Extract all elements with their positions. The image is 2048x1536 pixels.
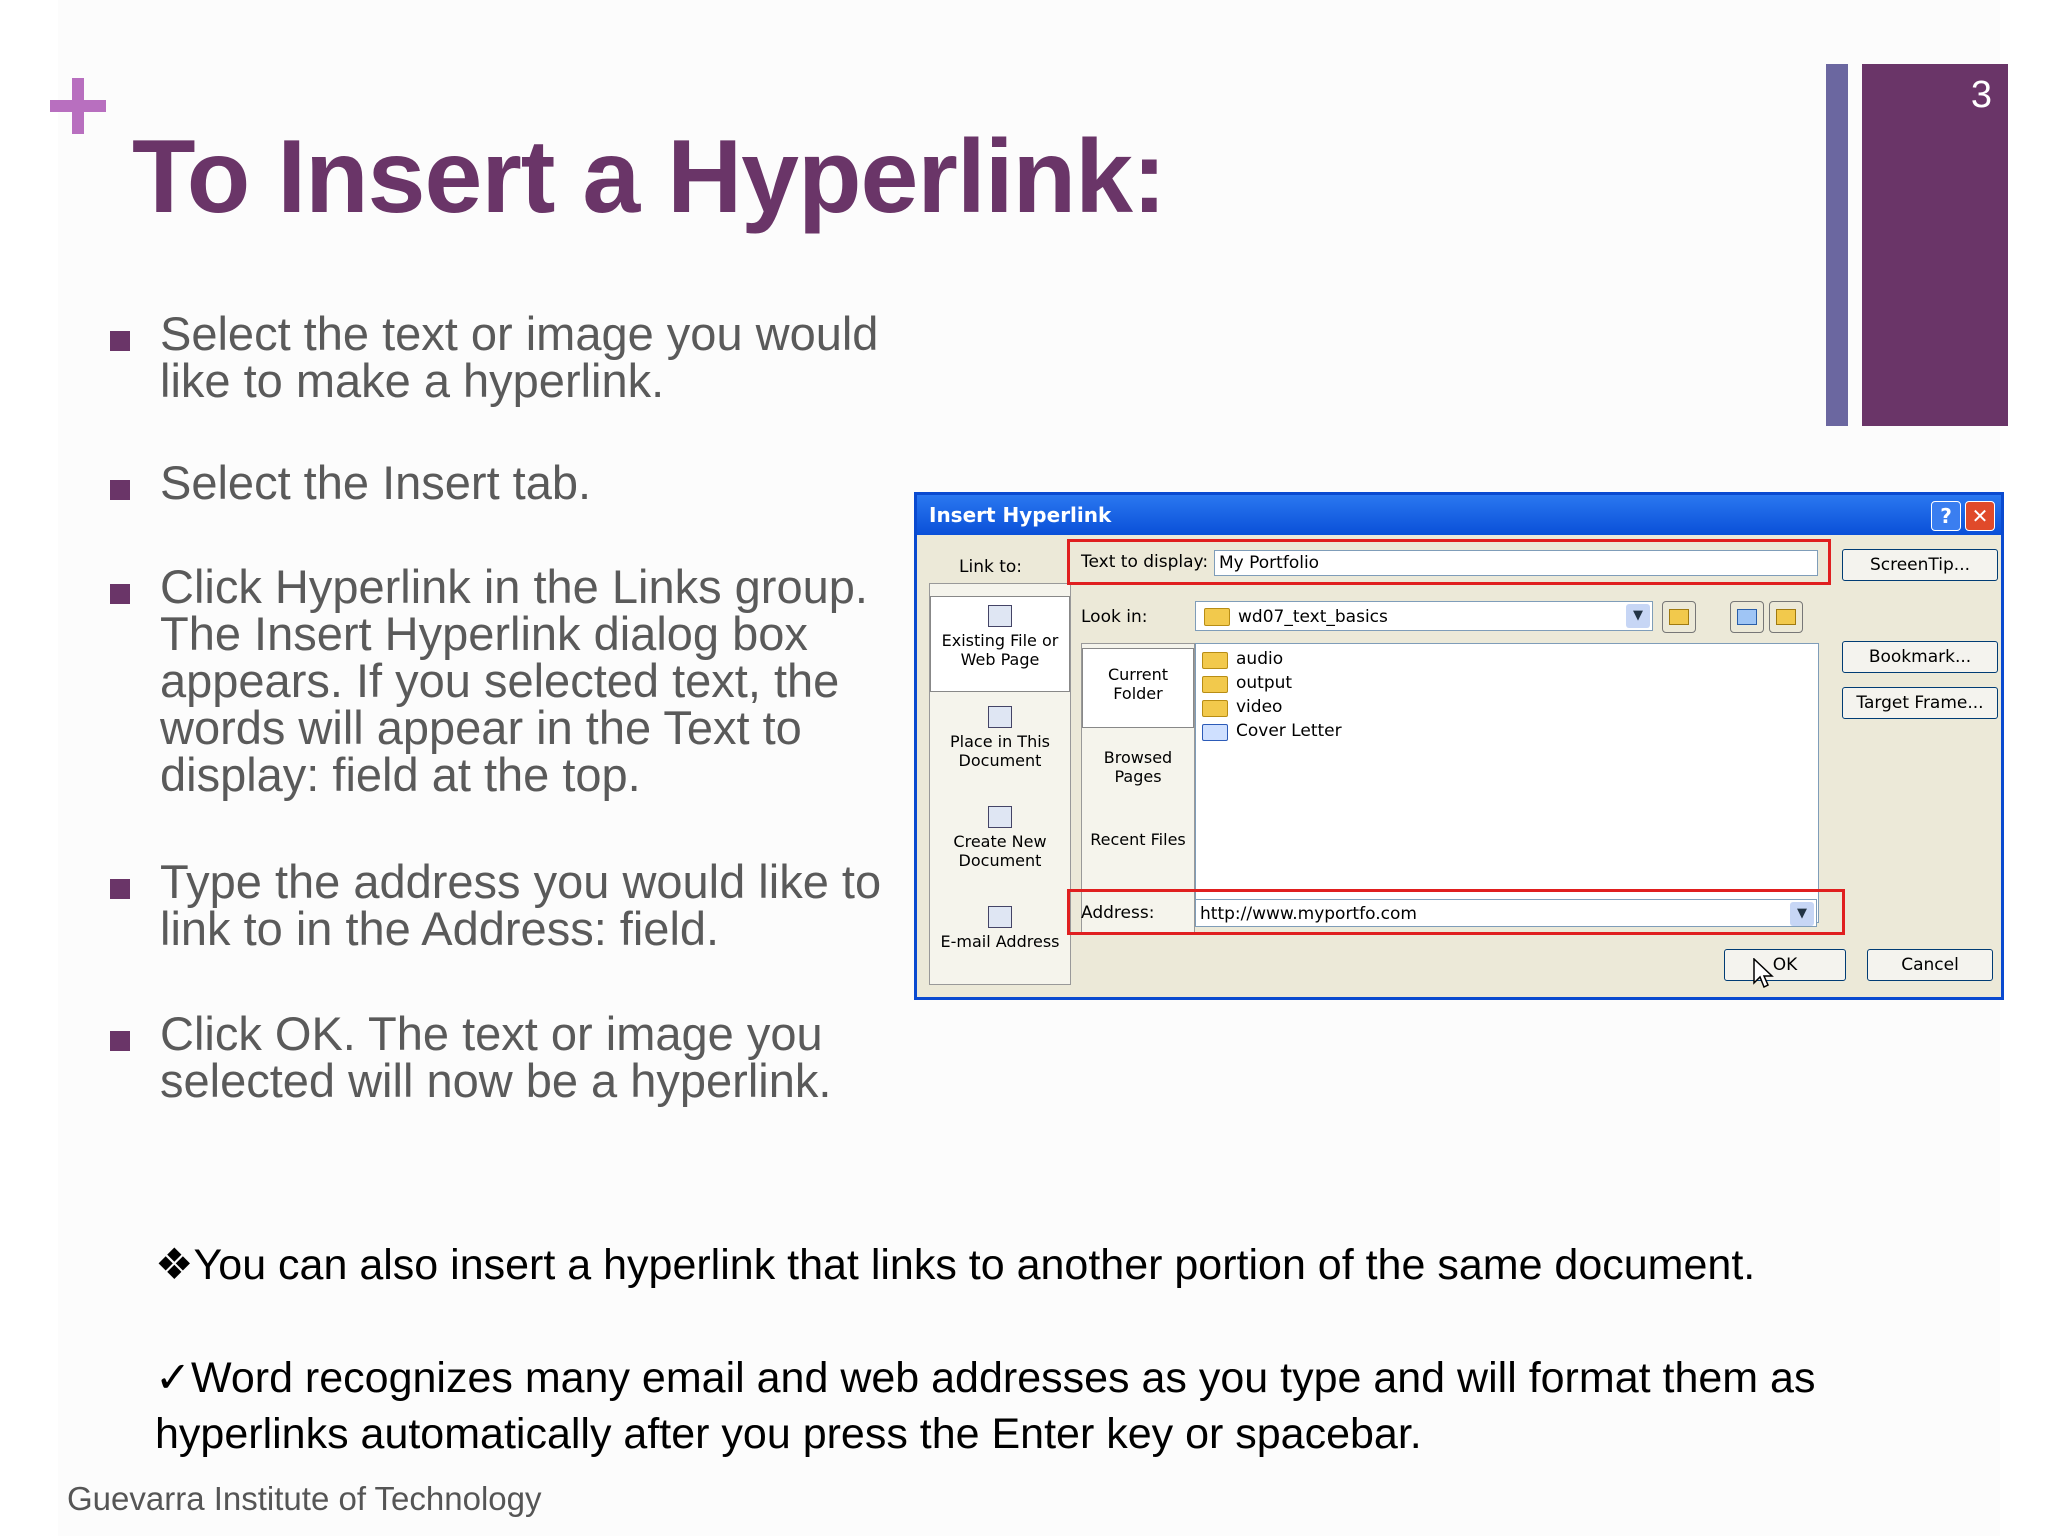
document-anchor-icon: [988, 706, 1012, 728]
address-label: Address:: [1081, 903, 1155, 923]
close-button[interactable]: ✕: [1965, 501, 1995, 531]
bullet-square-icon: [110, 1031, 130, 1051]
web-page-icon: [988, 605, 1012, 627]
tip-same-document: ❖You can also insert a hyperlink that li…: [155, 1241, 1756, 1289]
bullet-text: Click OK. The text or image you selected…: [160, 1007, 832, 1107]
plus-decoration-icon: [50, 78, 106, 134]
screentip-button[interactable]: ScreenTip...: [1842, 549, 1998, 581]
folder-icon: [1204, 608, 1230, 626]
accent-bar-thin: [1826, 64, 1848, 426]
bullet-item: Click Hyperlink in the Links group. The …: [108, 563, 908, 798]
word-document-icon: [1202, 724, 1228, 741]
tab-current-folder[interactable]: Current Folder: [1082, 648, 1194, 728]
text-to-display-label: Text to display:: [1081, 552, 1209, 572]
bullet-list: Select the text or image you would like …: [108, 310, 908, 1104]
link-to-label: Link to:: [959, 557, 1023, 577]
up-folder-icon[interactable]: [1662, 601, 1696, 633]
bullet-text: Type the address you would like to link …: [160, 855, 882, 955]
ok-button[interactable]: OK: [1724, 949, 1846, 981]
tab-recent-files[interactable]: Recent Files: [1082, 826, 1194, 849]
bullet-square-icon: [110, 584, 130, 604]
insert-hyperlink-dialog: Insert Hyperlink ? ✕ Link to: Existing F…: [914, 492, 2004, 1000]
page-number: 3: [1970, 74, 1992, 116]
browse-web-icon[interactable]: [1730, 601, 1764, 633]
file-list: audio output video Cover Letter: [1195, 643, 1819, 923]
address-input[interactable]: http://www.myportfo.com ▼: [1195, 899, 1817, 927]
folder-icon: [1202, 700, 1228, 717]
look-in-select[interactable]: wd07_text_basics ▼: [1195, 601, 1653, 631]
tab-label: Recent Files: [1090, 830, 1186, 849]
bullet-text: Click Hyperlink in the Links group. The …: [160, 560, 868, 801]
bullet-text: Select the text or image you would like …: [160, 307, 879, 407]
email-icon: [988, 906, 1012, 928]
bookmark-button[interactable]: Bookmark...: [1842, 641, 1998, 673]
bullet-item: Type the address you would like to link …: [108, 858, 908, 952]
target-frame-button[interactable]: Target Frame...: [1842, 687, 1998, 719]
tab-browsed-pages[interactable]: Browsed Pages: [1082, 744, 1194, 786]
help-button[interactable]: ?: [1931, 501, 1961, 531]
tip-auto-format: ✓Word recognizes many email and web addr…: [155, 1354, 1816, 1458]
link-to-place-in-document[interactable]: Place in This Document: [930, 702, 1070, 770]
accent-bar-thick: [1862, 64, 2008, 426]
dialog-title: Insert Hyperlink: [929, 503, 1112, 527]
bullet-text: Select the Insert tab.: [160, 456, 592, 509]
folder-icon: [1202, 676, 1228, 693]
new-document-icon: [988, 806, 1012, 828]
link-to-item-label: Existing File or Web Page: [941, 631, 1059, 669]
link-to-email-address[interactable]: E-mail Address: [930, 902, 1070, 951]
link-to-item-label: Place in This Document: [950, 732, 1050, 770]
link-to-create-new-document[interactable]: Create New Document: [930, 802, 1070, 870]
slide-title: To Insert a Hyperlink:: [132, 119, 1167, 235]
dialog-title-bar: Insert Hyperlink ? ✕: [917, 495, 2001, 535]
link-to-panel: Existing File or Web Page Place in This …: [929, 583, 1071, 985]
browse-file-icon[interactable]: [1769, 601, 1803, 633]
link-to-item-label: E-mail Address: [940, 932, 1060, 951]
link-to-existing-file[interactable]: Existing File or Web Page: [930, 596, 1070, 692]
bullet-item: Select the Insert tab.: [108, 459, 908, 506]
cancel-button[interactable]: Cancel: [1867, 949, 1993, 981]
folder-icon: [1202, 652, 1228, 669]
mouse-cursor-icon: [1753, 958, 1774, 989]
bullet-square-icon: [110, 480, 130, 500]
bullet-item: Click OK. The text or image you selected…: [108, 1010, 908, 1104]
tab-label: Current Folder: [1107, 665, 1169, 703]
chevron-down-icon[interactable]: ▼: [1790, 902, 1814, 926]
bullet-square-icon: [110, 879, 130, 899]
look-in-value: wd07_text_basics: [1238, 607, 1388, 627]
tab-label: Browsed Pages: [1103, 748, 1173, 786]
bullet-square-icon: [110, 331, 130, 351]
chevron-down-icon[interactable]: ▼: [1626, 604, 1650, 628]
text-to-display-input[interactable]: My Portfolio: [1214, 550, 1818, 576]
bullet-item: Select the text or image you would like …: [108, 310, 908, 404]
footer-institution: Guevarra Institute of Technology: [67, 1480, 542, 1517]
link-to-item-label: Create New Document: [953, 832, 1047, 870]
address-value: http://www.myportfo.com: [1200, 904, 1417, 924]
look-in-label: Look in:: [1081, 607, 1148, 627]
